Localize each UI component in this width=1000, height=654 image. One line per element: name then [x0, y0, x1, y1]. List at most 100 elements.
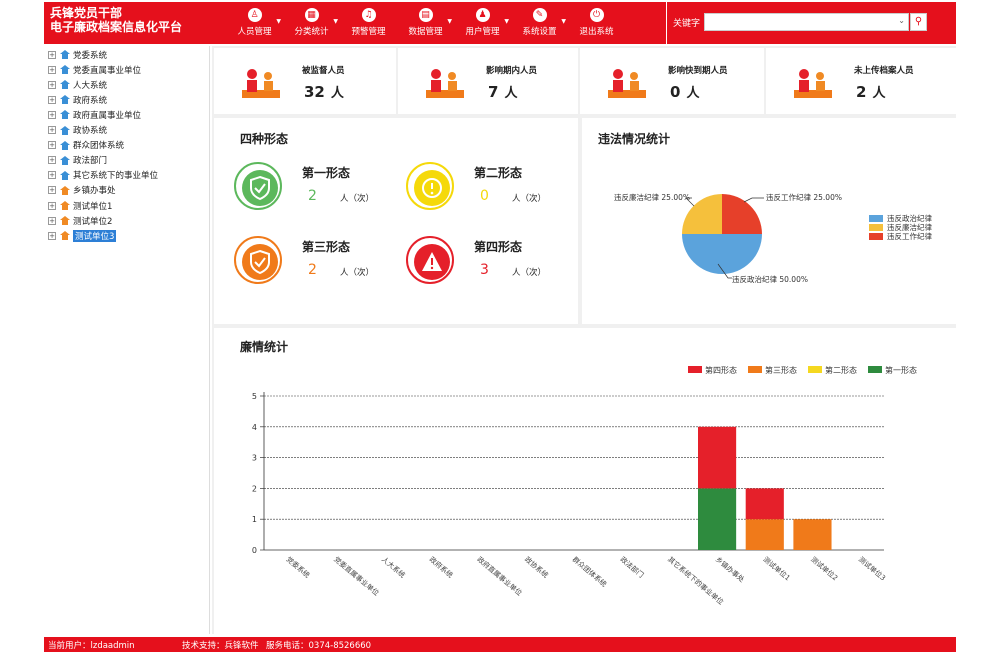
caret-down-icon: ▼	[561, 18, 566, 25]
chevron-down-icon[interactable]: ⌄	[898, 16, 905, 25]
expand-icon[interactable]: +	[48, 50, 56, 59]
nav-item-1[interactable]: ▦ 分类统计 ▼	[283, 2, 340, 44]
nav-label: 预警管理	[351, 27, 386, 37]
tree-node[interactable]: + 测试单位1	[48, 199, 112, 212]
forms-card: 四种形态 第一形态 2 人（次） 第二形态 0 人（次） 第三形态 2 人（次） 第四形态 3 人（次…	[214, 118, 578, 324]
expand-icon[interactable]: +	[48, 80, 56, 89]
stat-number: 2	[856, 83, 867, 101]
expand-icon[interactable]: +	[48, 156, 56, 165]
form-unit: 人（次）	[340, 194, 375, 204]
tree-node-label: 政府直属事业单位	[73, 110, 142, 121]
house-icon	[60, 110, 70, 120]
bell-icon: ♫	[361, 8, 376, 22]
bar-segment[interactable]	[698, 488, 737, 550]
chart-icon: ▦	[304, 8, 319, 22]
form-count: 2	[308, 188, 317, 204]
expand-icon[interactable]: +	[48, 95, 56, 104]
legend-label: 第一形态	[885, 365, 917, 375]
nav-item-6[interactable]: ⏻ 退出系统	[568, 2, 625, 44]
tree-node-label: 党委系统	[73, 50, 108, 61]
form-unit: 人（次）	[512, 194, 547, 204]
nav-label: 用户管理	[465, 27, 500, 37]
expand-icon[interactable]: +	[48, 141, 56, 150]
bar-segment[interactable]	[745, 488, 784, 520]
form-symbol	[422, 252, 442, 271]
x-tick-label: 政法部门	[618, 555, 645, 580]
x-tick-label: 党委系统	[285, 555, 312, 580]
bar-chart-card: 廉情统计 0 1 2 3 4 5 党委系统 党委直属事业单位 人大系统 政府系统 政府直属事业单位政…	[214, 328, 956, 634]
tree-node[interactable]: + 其它系统下的事业单位	[48, 169, 158, 182]
x-tick-label: 测试单位2	[809, 555, 840, 583]
expand-icon[interactable]: +	[48, 186, 56, 195]
tree-node[interactable]: + 测试单位3	[48, 229, 117, 242]
tree-node[interactable]: + 人大系统	[48, 78, 107, 91]
tree-node[interactable]: + 政法部门	[48, 154, 107, 167]
form-badge	[406, 162, 454, 210]
tree-node[interactable]: + 政协系统	[48, 124, 107, 137]
nav-label: 退出系统	[579, 27, 614, 37]
tree-node[interactable]: + 政府系统	[48, 93, 107, 106]
forms-title: 四种形态	[240, 132, 289, 146]
stat-value: 2人	[856, 82, 885, 101]
tree-node[interactable]: + 群众团体系统	[48, 139, 124, 152]
bar-segment[interactable]	[793, 519, 832, 550]
house-icon	[60, 231, 70, 241]
pie-slice[interactable]	[722, 194, 762, 234]
stat-unit: 人	[330, 86, 344, 101]
tree-node-label: 其它系统下的事业单位	[73, 171, 159, 182]
form-name: 第二形态	[474, 166, 523, 180]
nav-item-5[interactable]: ✎ 系统设置 ▼	[511, 2, 568, 44]
house-icon	[60, 125, 70, 135]
tree-node-label: 政协系统	[73, 126, 108, 136]
search-input[interactable]: ⌄	[704, 13, 909, 31]
bar-segment[interactable]	[698, 426, 737, 489]
form-item: 第四形态 3 人（次）	[406, 236, 576, 288]
tree-node[interactable]: + 党委系统	[48, 48, 107, 61]
nav-label: 数据管理	[408, 27, 443, 37]
app-brand: 兵锋党员干部 电子廉政档案信息化平台	[50, 6, 182, 34]
legend-label: 违反廉洁纪律	[887, 222, 932, 232]
tree-node[interactable]: + 党委直属事业单位	[48, 63, 141, 76]
form-symbol	[250, 175, 270, 201]
y-tick-label: 5	[252, 392, 257, 401]
search-icon: ⚲	[914, 16, 923, 27]
database-icon: ▤	[418, 8, 433, 22]
expand-icon[interactable]: +	[48, 171, 56, 180]
expand-icon[interactable]: +	[48, 126, 56, 134]
form-name: 第四形态	[474, 240, 523, 254]
legend-swatch	[688, 366, 702, 373]
user-icon: ♟	[475, 8, 490, 22]
pie-leader-line	[743, 197, 764, 203]
tree-node[interactable]: + 乡镇办事处	[48, 184, 116, 197]
form-symbol	[250, 249, 270, 275]
expand-icon[interactable]: +	[48, 216, 56, 225]
people-illustration-icon	[242, 69, 280, 98]
legend-swatch	[869, 224, 883, 231]
power-icon: ⏻	[589, 8, 604, 22]
violation-pie-chart: 违反政治纪律 50.00% 违反廉洁纪律 25.00% 违反工作纪律 25.00% 违…	[614, 192, 932, 284]
tree-node-label: 人大系统	[73, 80, 108, 91]
tree-node-label: 群众团体系统	[73, 141, 125, 152]
caret-down-icon: ▼	[333, 18, 338, 25]
house-icon	[60, 216, 70, 226]
people-illustration-icon	[608, 69, 646, 98]
nav-item-4[interactable]: ♟ 用户管理 ▼	[454, 2, 511, 44]
y-tick-label: 3	[252, 454, 257, 463]
expand-icon[interactable]: +	[48, 65, 56, 74]
nav-item-0[interactable]: ♙ 人员管理 ▼	[226, 2, 283, 44]
search-button[interactable]: ⚲	[910, 13, 927, 31]
expand-icon[interactable]: +	[48, 231, 56, 240]
pie-slice-label: 违反廉洁纪律 25.00%	[614, 192, 690, 202]
expand-icon[interactable]: +	[48, 110, 56, 119]
y-tick-label: 0	[252, 546, 257, 555]
nav-item-3[interactable]: ▤ 数据管理 ▼	[397, 2, 454, 44]
nav-item-2[interactable]: ♫ 预警管理	[340, 2, 397, 44]
stat-label: 影响快到期人员	[668, 66, 728, 76]
x-tick-label: 群众团体系统	[571, 555, 609, 589]
bar-segment[interactable]	[745, 519, 784, 550]
expand-icon[interactable]: +	[48, 201, 56, 210]
stat-number: 32	[304, 83, 325, 101]
pie-slice[interactable]	[682, 234, 762, 274]
tree-node[interactable]: + 政府直属事业单位	[48, 108, 141, 121]
tree-node[interactable]: + 测试单位2	[48, 214, 112, 227]
